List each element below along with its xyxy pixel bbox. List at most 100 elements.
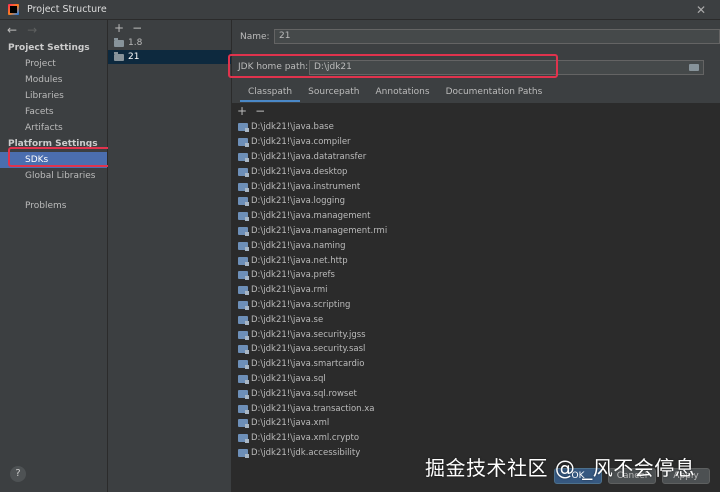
classpath-item[interactable]: D:\jdk21!\java.transaction.xa xyxy=(232,401,720,416)
tab-annotations[interactable]: Annotations xyxy=(368,84,438,102)
classpath-item-label: D:\jdk21!\java.management xyxy=(251,211,371,222)
close-icon[interactable]: ✕ xyxy=(696,3,706,17)
classpath-item-label: D:\jdk21!\jdk.accessibility xyxy=(251,447,361,458)
add-sdk-button[interactable]: + xyxy=(114,22,124,34)
jar-module-icon xyxy=(238,182,249,192)
browse-folder-icon[interactable] xyxy=(689,63,699,71)
jar-module-icon xyxy=(238,448,249,458)
classpath-item[interactable]: D:\jdk21!\java.desktop xyxy=(232,164,720,179)
classpath-item-label: D:\jdk21!\java.transaction.xa xyxy=(251,403,375,414)
classpath-item[interactable]: D:\jdk21!\java.sql xyxy=(232,372,720,387)
classpath-item-label: D:\jdk21!\java.prefs xyxy=(251,270,335,281)
jar-module-icon xyxy=(238,345,249,355)
classpath-item[interactable]: D:\jdk21!\java.prefs xyxy=(232,268,720,283)
sidebar-item-facets[interactable]: Facets xyxy=(0,104,107,120)
sidebar-item-modules[interactable]: Modules xyxy=(0,72,107,88)
sdk-list-panel: + − 1.8 21 xyxy=(108,20,232,492)
classpath-item-label: D:\jdk21!\java.logging xyxy=(251,196,346,207)
classpath-item[interactable]: D:\jdk21!\java.logging xyxy=(232,194,720,209)
sdk-item-1-8[interactable]: 1.8 xyxy=(108,36,231,50)
tab-documentation-paths[interactable]: Documentation Paths xyxy=(438,84,551,102)
classpath-item-label: D:\jdk21!\java.management.rmi xyxy=(251,225,388,236)
title-bar: Project Structure ✕ xyxy=(0,0,720,20)
classpath-item[interactable]: D:\jdk21!\java.naming xyxy=(232,238,720,253)
sdk-item-label: 1.8 xyxy=(128,38,143,48)
jdk-home-input[interactable]: D:\jdk21 xyxy=(309,59,704,75)
classpath-item[interactable]: D:\jdk21!\java.security.sasl xyxy=(232,342,720,357)
classpath-item-label: D:\jdk21!\java.xml.crypto xyxy=(251,433,360,444)
sidebar-item-libraries[interactable]: Libraries xyxy=(0,88,107,104)
classpath-item-label: D:\jdk21!\java.security.jgss xyxy=(251,329,366,340)
classpath-item[interactable]: D:\jdk21!\java.net.http xyxy=(232,253,720,268)
tab-classpath[interactable]: Classpath xyxy=(240,84,301,102)
name-row: Name: 21 xyxy=(240,29,720,44)
jdk-home-label: JDK home path: xyxy=(238,62,309,72)
classpath-item-label: D:\jdk21!\java.sql xyxy=(251,373,326,384)
classpath-item-label: D:\jdk21!\java.instrument xyxy=(251,181,361,192)
classpath-item-label: D:\jdk21!\java.desktop xyxy=(251,166,348,177)
name-input[interactable]: 21 xyxy=(274,29,720,44)
sidebar-item-sdks[interactable]: SDKs xyxy=(0,152,107,168)
classpath-item[interactable]: D:\jdk21!\java.management.rmi xyxy=(232,224,720,239)
classpath-toolbar: + − xyxy=(232,103,720,119)
sidebar-item-global-libraries[interactable]: Global Libraries xyxy=(0,168,107,184)
jar-module-icon xyxy=(238,241,249,251)
jar-module-icon xyxy=(238,167,249,177)
classpath-item[interactable]: D:\jdk21!\java.sql.rowset xyxy=(232,386,720,401)
back-arrow-icon[interactable]: ← xyxy=(7,23,17,37)
jar-module-icon xyxy=(238,271,249,281)
classpath-item[interactable]: D:\jdk21!\java.compiler xyxy=(232,135,720,150)
classpath-item[interactable]: D:\jdk21!\java.management xyxy=(232,209,720,224)
classpath-item-label: D:\jdk21!\java.compiler xyxy=(251,137,351,148)
jar-module-icon xyxy=(238,197,249,207)
classpath-item-label: D:\jdk21!\java.rmi xyxy=(251,285,328,296)
classpath-item[interactable]: D:\jdk21!\java.instrument xyxy=(232,179,720,194)
add-classpath-button[interactable]: + xyxy=(237,105,247,117)
sdk-detail-panel: Name: 21 JDK home path: D:\jdk21 Classpa… xyxy=(232,20,720,492)
sdk-item-21[interactable]: 21 xyxy=(108,50,231,64)
jar-module-icon xyxy=(238,330,249,340)
classpath-item[interactable]: D:\jdk21!\java.datatransfer xyxy=(232,150,720,165)
classpath-item[interactable]: D:\jdk21!\java.scripting xyxy=(232,298,720,313)
jar-module-icon xyxy=(238,123,249,133)
jdk-home-row: JDK home path: D:\jdk21 xyxy=(232,58,712,76)
jar-module-icon xyxy=(238,315,249,325)
classpath-item[interactable]: D:\jdk21!\java.base xyxy=(232,120,720,135)
forward-arrow-icon[interactable]: → xyxy=(27,23,37,37)
window-title: Project Structure xyxy=(27,4,107,15)
jar-module-icon xyxy=(238,212,249,222)
nav-arrows: ← → xyxy=(0,20,107,40)
classpath-item[interactable]: D:\jdk21!\java.rmi xyxy=(232,283,720,298)
classpath-item[interactable]: D:\jdk21!\java.xml xyxy=(232,416,720,431)
jar-module-icon xyxy=(238,434,249,444)
sidebar-item-project[interactable]: Project xyxy=(0,56,107,72)
remove-sdk-button[interactable]: − xyxy=(132,22,142,34)
project-settings-heading: Project Settings xyxy=(8,43,90,53)
sdk-item-label: 21 xyxy=(128,52,140,62)
classpath-item[interactable]: D:\jdk21!\java.security.jgss xyxy=(232,327,720,342)
remove-classpath-button[interactable]: − xyxy=(255,105,265,117)
jar-module-icon xyxy=(238,419,249,429)
classpath-item[interactable]: D:\jdk21!\java.xml.crypto xyxy=(232,431,720,446)
classpath-item-label: D:\jdk21!\java.sql.rowset xyxy=(251,388,357,399)
jar-module-icon xyxy=(238,404,249,414)
jar-module-icon xyxy=(238,300,249,310)
classpath-item-label: D:\jdk21!\java.net.http xyxy=(251,255,348,266)
classpath-item-label: D:\jdk21!\java.scripting xyxy=(251,299,351,310)
classpath-panel: + − D:\jdk21!\java.base D:\jdk21!\java.co… xyxy=(232,103,720,492)
tab-sourcepath[interactable]: Sourcepath xyxy=(300,84,367,102)
jar-module-icon xyxy=(238,374,249,384)
jar-module-icon xyxy=(238,138,249,148)
jar-module-icon xyxy=(238,152,249,162)
classpath-item-label: D:\jdk21!\java.smartcardio xyxy=(251,359,365,370)
sidebar-item-artifacts[interactable]: Artifacts xyxy=(0,120,107,136)
classpath-item-label: D:\jdk21!\java.xml xyxy=(251,418,330,429)
classpath-item[interactable]: D:\jdk21!\java.se xyxy=(232,312,720,327)
help-icon[interactable]: ? xyxy=(10,466,26,482)
platform-settings-heading: Platform Settings xyxy=(8,139,98,149)
jar-module-icon xyxy=(238,286,249,296)
name-label: Name: xyxy=(240,31,270,42)
sidebar-item-problems[interactable]: Problems xyxy=(0,198,107,214)
jar-module-icon xyxy=(238,256,249,266)
classpath-item[interactable]: D:\jdk21!\java.smartcardio xyxy=(232,357,720,372)
